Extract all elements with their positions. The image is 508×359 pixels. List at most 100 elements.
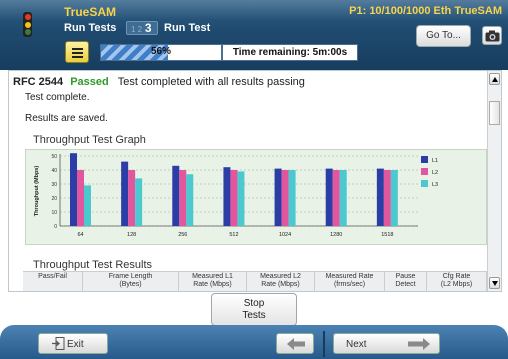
action-area: Stop Tests — [0, 292, 508, 328]
bar — [274, 168, 282, 226]
footer-divider — [323, 331, 325, 357]
table-header-cell: Cfg Rate (L2 Mbps) — [427, 272, 487, 291]
scroll-thumb[interactable] — [489, 101, 500, 125]
status-badge: Passed — [70, 76, 109, 88]
arrow-right-icon — [408, 338, 430, 350]
progress-percent: 56% — [150, 46, 171, 57]
bar — [179, 170, 187, 226]
next-button[interactable]: Next — [333, 333, 440, 354]
red-light — [24, 14, 31, 20]
arrow-left-icon — [287, 338, 305, 350]
app-title: TrueSAM — [64, 5, 117, 19]
bar — [84, 185, 91, 226]
table-header-cell: Measured Rate (frms/sec) — [315, 272, 385, 291]
results-table-header: Pass/Fail Frame Length (Bytes) Measured L1… — [23, 271, 487, 291]
y-tick-label: 10 — [51, 210, 57, 216]
scroll-up-button[interactable] — [489, 73, 500, 85]
results-panel: RFC 2544 Passed Test completed with all … — [8, 70, 502, 292]
x-tick-label: 512 — [229, 232, 238, 238]
stop-tests-button[interactable]: Stop Tests — [211, 293, 297, 326]
results-title: Throughput Test Results — [33, 259, 153, 271]
table-header-cell: Frame Length (Bytes) — [83, 272, 179, 291]
stop-tests-label-line2: Tests — [242, 310, 266, 321]
result-status-line: RFC 2544 Passed Test completed with all … — [13, 76, 305, 88]
port-info: P1: 10/100/1000 Eth TrueSAM — [349, 5, 502, 17]
go-to-button[interactable]: Go To... — [416, 25, 471, 47]
back-button[interactable] — [276, 333, 314, 354]
breadcrumb-run-test: Run Test — [164, 22, 211, 34]
legend-label: L3 — [432, 182, 438, 188]
y-tick-label: 50 — [51, 154, 57, 160]
step-indicator: 1 2 3 — [126, 21, 158, 35]
y-tick-label: 20 — [51, 196, 57, 202]
arrow-up-icon — [492, 77, 498, 82]
footer-bar: Exit Next — [0, 325, 508, 359]
y-tick-label: 0 — [54, 224, 57, 230]
throughput-chart: 0 10 20 30 40 50 Throughput (Mbps) 64 128 256 512 1… — [25, 149, 487, 245]
table-header-cell: Pass/Fail — [23, 272, 83, 291]
y-tick-label: 30 — [51, 182, 57, 188]
camera-icon — [485, 30, 500, 42]
bar — [223, 167, 231, 226]
graph-title: Throughput Test Graph — [33, 134, 146, 146]
table-header-cell: Measured L1 Rate (Mbps) — [179, 272, 247, 291]
next-label: Next — [346, 339, 367, 350]
test-complete-text: Test complete. — [25, 92, 90, 103]
bar — [172, 165, 180, 226]
exit-label: Exit — [67, 339, 84, 350]
bar — [288, 170, 296, 226]
bar — [325, 168, 333, 226]
arrow-down-icon — [492, 281, 498, 286]
bar — [383, 170, 391, 226]
bar — [237, 171, 245, 226]
results-saved-text: Results are saved. — [25, 113, 108, 124]
bar — [128, 170, 136, 226]
progress-bar: 56% — [100, 44, 222, 61]
x-tick-label: 1518 — [381, 232, 393, 238]
list-icon — [72, 48, 83, 60]
legend-label: L2 — [432, 170, 438, 176]
bar — [230, 170, 238, 226]
status-message: Test completed with all results passing — [117, 76, 305, 88]
exit-icon — [52, 337, 65, 350]
bar — [77, 170, 84, 226]
x-tick-label: 64 — [77, 232, 83, 238]
legend-swatch — [421, 180, 428, 187]
bar — [390, 170, 398, 226]
scroll-down-button[interactable] — [489, 277, 500, 289]
test-name: RFC 2544 — [13, 76, 64, 88]
bar — [332, 170, 340, 226]
bar — [339, 170, 347, 226]
legend-swatch — [421, 156, 428, 163]
bar — [376, 168, 384, 226]
green-light — [24, 29, 31, 35]
stop-tests-label-line1: Stop — [243, 298, 265, 309]
bar — [135, 178, 143, 226]
x-tick-label: 256 — [178, 232, 187, 238]
chart-svg: 0 10 20 30 40 50 Throughput (Mbps) 64 128 256 512 1… — [34, 153, 438, 238]
step-indicator-previous: 1 2 — [131, 25, 143, 34]
header-bar: TrueSAM P1: 10/100/1000 Eth TrueSAM Run … — [0, 0, 508, 70]
exit-button[interactable]: Exit — [38, 333, 108, 354]
yellow-light — [24, 21, 31, 28]
table-header-cell: Pause Detect — [385, 272, 427, 291]
menu-button[interactable] — [65, 41, 89, 63]
x-tick-label: 1024 — [279, 232, 291, 238]
bar — [281, 170, 289, 226]
legend-swatch — [421, 168, 428, 175]
bar — [121, 161, 129, 226]
legend-label: L1 — [432, 158, 438, 164]
x-tick-label: 128 — [127, 232, 136, 238]
x-tick-label: 1280 — [330, 232, 342, 238]
time-remaining-box: Time remaining: 5m:00s — [222, 44, 358, 61]
vertical-scrollbar[interactable] — [487, 71, 501, 291]
breadcrumb-run-tests[interactable]: Run Tests — [64, 22, 116, 34]
step-indicator-current: 3 — [144, 21, 152, 35]
status-light-icon — [23, 12, 32, 37]
screenshot-button[interactable] — [482, 26, 502, 45]
y-tick-label: 40 — [51, 168, 57, 174]
y-axis-label: Throughput (Mbps) — [34, 166, 40, 217]
bar — [186, 174, 194, 226]
table-header-cell: Measured L2 Rate (Mbps) — [247, 272, 315, 291]
bar — [70, 153, 77, 226]
